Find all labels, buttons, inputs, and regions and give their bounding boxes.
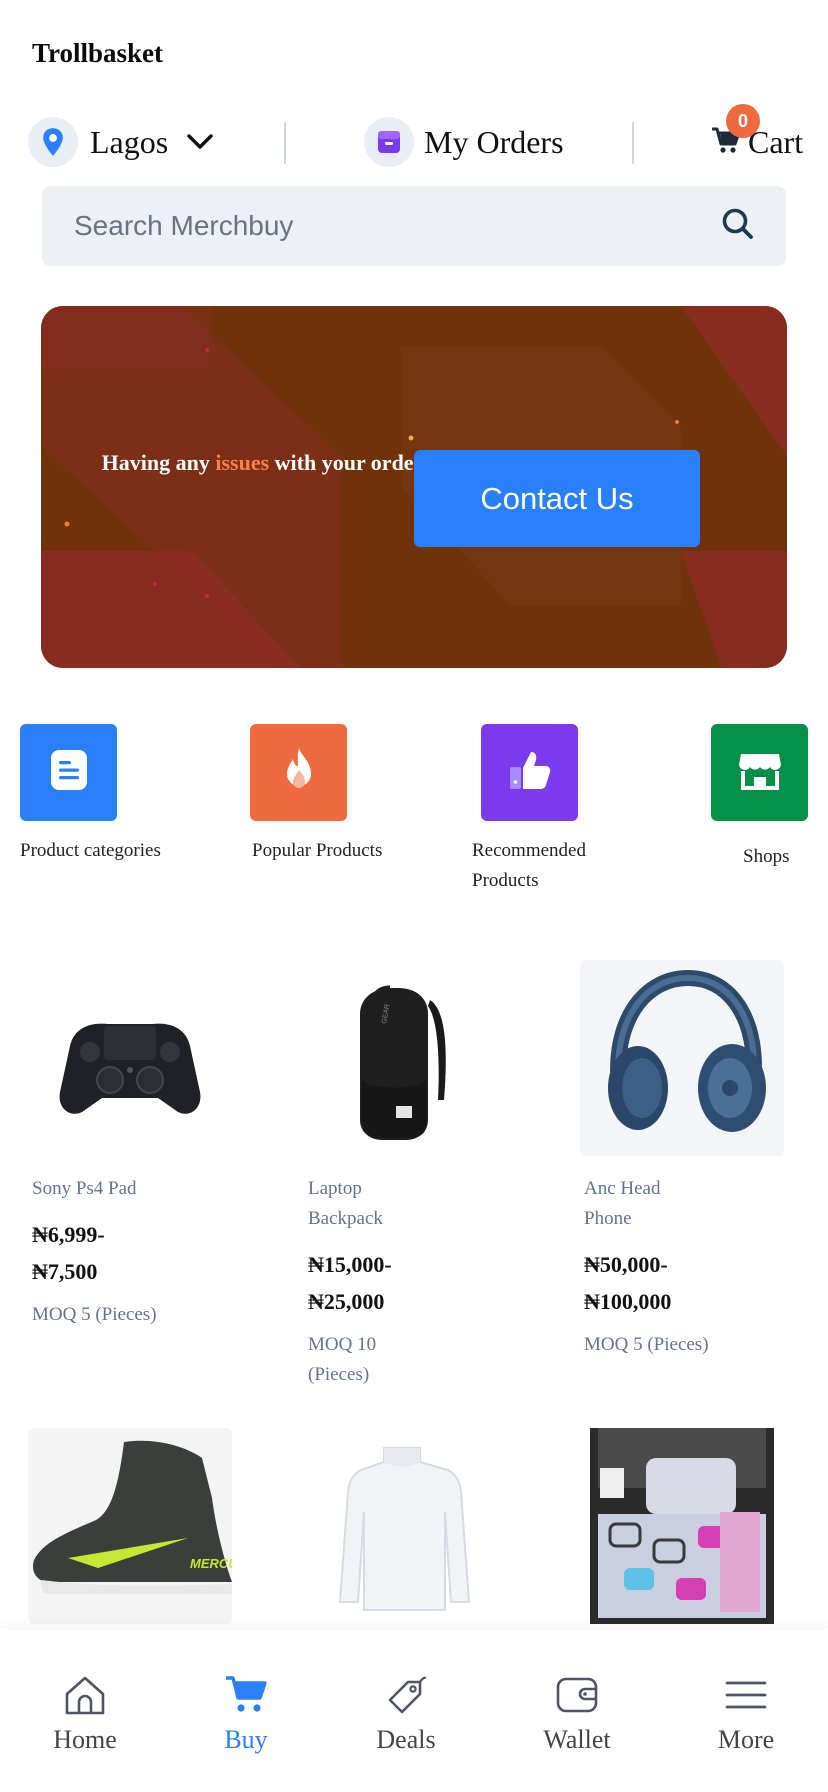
product-moq: MOQ 5 (Pieces) [584, 1334, 709, 1355]
product-name[interactable]: Sony Ps4 Pad [32, 1174, 222, 1204]
flame-icon [279, 746, 319, 799]
wallet-icon [555, 1674, 599, 1721]
location-pin-icon [28, 117, 78, 167]
product-categories-tile[interactable] [20, 724, 117, 821]
banner-message: Having any issues with your order? [101, 448, 435, 477]
storefront-icon [738, 750, 782, 795]
search-icon[interactable] [720, 206, 756, 247]
banner-text-highlight: issues [215, 450, 270, 475]
product-image-ps4-pad[interactable] [28, 960, 232, 1156]
headphone-image [580, 960, 784, 1156]
document-icon [50, 749, 88, 796]
cart-icon [224, 1674, 268, 1721]
gamepad-image [28, 960, 232, 1156]
recommended-products-label[interactable]: Recommended Products [472, 836, 632, 896]
banner-text-end: with your order? [269, 450, 435, 475]
product-image-bedding-set[interactable] [580, 1428, 784, 1624]
orders-box-icon [364, 117, 414, 167]
product-moq: MOQ 10 (Pieces) [308, 1334, 377, 1385]
location-selector[interactable]: Lagos [28, 114, 214, 170]
product-price-max: ₦100,000 [584, 1289, 672, 1314]
app-title: Trollbasket [32, 38, 164, 68]
banner-text-start: Having any [101, 450, 216, 475]
search-bar[interactable] [42, 186, 786, 266]
backpack-image: GEAR [290, 960, 494, 1156]
product-price-max: ₦25,000 [308, 1289, 385, 1314]
product-price-min: ₦15,000- [308, 1252, 392, 1277]
popular-products-tile[interactable] [250, 724, 347, 821]
product-image-football-boot[interactable]: MERCU [28, 1428, 232, 1624]
chevron-down-icon[interactable] [186, 133, 214, 151]
my-orders-button[interactable]: My Orders [364, 114, 564, 170]
product-image-anc-headphone[interactable] [580, 960, 784, 1156]
turtleneck-image [300, 1428, 504, 1624]
menu-icon [724, 1674, 768, 1721]
nav-home-label: Home [53, 1725, 117, 1754]
product-name[interactable]: Anc Head Phone [584, 1174, 694, 1234]
product-image-white-turtleneck[interactable] [300, 1428, 504, 1624]
nav-deals-label: Deals [376, 1725, 436, 1754]
recommended-products-tile[interactable] [481, 724, 578, 821]
product-name[interactable]: Laptop Backpack [308, 1174, 418, 1234]
header-divider [632, 122, 634, 164]
contact-us-button[interactable]: Contact Us [414, 450, 700, 547]
nav-deals[interactable]: Deals [346, 1674, 466, 1755]
product-price-min: ₦50,000- [584, 1252, 668, 1277]
support-banner: Having any issues with your order? Conta… [41, 306, 787, 668]
nav-wallet-label: Wallet [543, 1725, 611, 1754]
popular-products-label[interactable]: Popular Products [252, 836, 402, 866]
home-icon [63, 1674, 107, 1721]
svg-text:MERCU: MERCU [190, 1556, 232, 1571]
product-image-laptop-backpack[interactable]: GEAR [290, 960, 494, 1156]
bedding-image [590, 1428, 774, 1624]
shops-label[interactable]: Shops [743, 842, 789, 872]
product-moq: MOQ 5 (Pieces) [32, 1304, 157, 1325]
header-divider [284, 122, 286, 164]
nav-buy[interactable]: Buy [186, 1674, 306, 1755]
search-input[interactable] [72, 209, 720, 243]
thumbs-up-icon [508, 749, 552, 796]
my-orders-label: My Orders [424, 123, 564, 160]
nav-more-label: More [717, 1725, 775, 1754]
shops-tile[interactable] [711, 724, 808, 821]
nav-home[interactable]: Home [25, 1674, 145, 1755]
tag-icon [384, 1674, 428, 1721]
football-boot-image: MERCU [28, 1428, 232, 1624]
product-price-min: ₦6,999- [32, 1222, 105, 1247]
cart-count-badge: 0 [726, 104, 760, 138]
location-label: Lagos [90, 123, 169, 160]
nav-wallet[interactable]: Wallet [517, 1674, 637, 1755]
bottom-navigation: Home Buy Deals Wallet More [0, 1630, 828, 1792]
nav-more[interactable]: More [686, 1674, 806, 1755]
nav-buy-label: Buy [224, 1725, 268, 1754]
product-categories-label[interactable]: Product categories [20, 836, 170, 866]
product-price-max: ₦7,500 [32, 1259, 98, 1284]
